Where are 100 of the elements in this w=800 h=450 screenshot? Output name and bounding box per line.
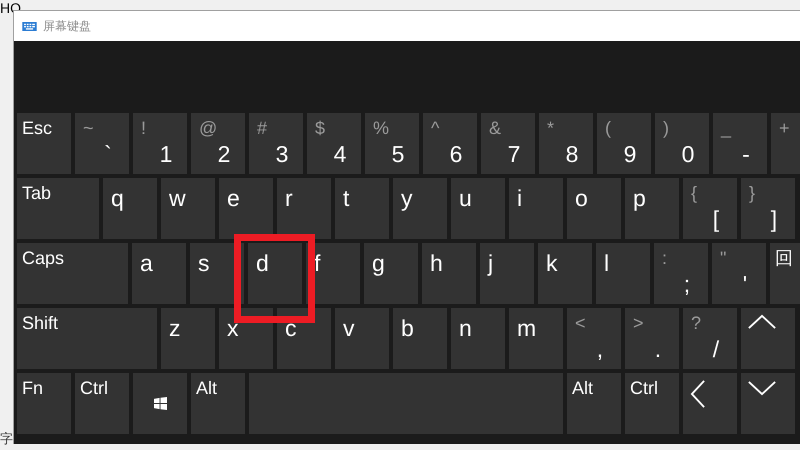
symbol-key[interactable]: ( 9 <box>597 113 651 174</box>
shift-character: } <box>749 184 756 202</box>
main-character: , <box>596 338 604 361</box>
modifier-key[interactable]: Ctrl <box>75 373 129 434</box>
windows-key[interactable] <box>133 373 187 434</box>
symbol-key[interactable]: < , <box>567 308 621 369</box>
letter-key[interactable]: p <box>625 178 679 239</box>
shift-character: ( <box>605 119 611 137</box>
main-character: ` <box>103 143 112 166</box>
letter-key[interactable]: x <box>219 308 273 369</box>
letter-key[interactable]: q <box>103 178 157 239</box>
letter-key[interactable]: r <box>277 178 331 239</box>
main-character: 6 <box>448 143 462 166</box>
letter-key[interactable]: v <box>335 308 389 369</box>
background-text: 字 <box>0 431 13 449</box>
shift-character: + <box>779 119 790 137</box>
symbol-key[interactable]: } ] <box>741 178 795 239</box>
main-character: 9 <box>622 143 636 166</box>
letter-key[interactable]: n <box>451 308 505 369</box>
symbol-key[interactable]: > . <box>625 308 679 369</box>
main-character: 5 <box>390 143 404 166</box>
letter-key[interactable]: c <box>277 308 331 369</box>
arrow-up-key[interactable] <box>741 308 795 369</box>
symbol-key[interactable]: % 5 <box>365 113 419 174</box>
letter-key[interactable]: o <box>567 178 621 239</box>
shift-character: " <box>720 249 726 267</box>
symbol-key[interactable]: { [ <box>683 178 737 239</box>
letter-key[interactable]: k <box>538 243 592 304</box>
letter-key[interactable]: l <box>596 243 650 304</box>
main-character: 3 <box>274 143 288 166</box>
chevron-down-icon <box>747 379 777 397</box>
shift-character: ~ <box>83 119 94 137</box>
chevron-left-icon <box>689 379 707 409</box>
caps-key[interactable]: Caps <box>17 243 128 304</box>
letter-key[interactable]: y <box>393 178 447 239</box>
window-title: 屏幕键盘 <box>43 18 91 35</box>
chevron-up-icon <box>747 313 777 331</box>
symbol-key[interactable]: + <box>771 113 800 174</box>
letter-key[interactable]: e <box>219 178 273 239</box>
shift-key[interactable]: Shift <box>17 308 157 369</box>
letter-key[interactable]: j <box>480 243 534 304</box>
shift-character: ! <box>141 119 146 137</box>
modifier-key[interactable]: Alt <box>567 373 621 434</box>
shift-character: _ <box>721 119 732 137</box>
tab-key[interactable]: Tab <box>17 178 99 239</box>
modifier-key[interactable]: Ctrl <box>625 373 679 434</box>
letter-key[interactable]: z <box>161 308 215 369</box>
letter-key[interactable]: i <box>509 178 563 239</box>
letter-key[interactable]: g <box>364 243 418 304</box>
arrow-down-key[interactable] <box>741 373 795 434</box>
shift-character: $ <box>315 119 326 137</box>
symbol-key[interactable]: ^ 6 <box>423 113 477 174</box>
main-character: 8 <box>564 143 578 166</box>
letter-key[interactable]: w <box>161 178 215 239</box>
main-character: [ <box>712 208 720 231</box>
modifier-key[interactable]: 回 <box>770 243 800 304</box>
symbol-key[interactable]: ? / <box>683 308 737 369</box>
shift-character: # <box>257 119 268 137</box>
shift-character: @ <box>199 119 218 137</box>
modifier-key[interactable]: Fn <box>17 373 71 434</box>
main-character: 1 <box>158 143 172 166</box>
letter-key[interactable]: h <box>422 243 476 304</box>
shift-character: > <box>633 314 644 332</box>
symbol-key[interactable]: : ; <box>654 243 708 304</box>
symbol-key[interactable]: ) 0 <box>655 113 709 174</box>
shift-character: < <box>575 314 586 332</box>
arrow-left-key[interactable] <box>683 373 737 434</box>
shift-character: & <box>489 119 502 137</box>
shift-character: % <box>373 119 390 137</box>
symbol-key[interactable]: @ 2 <box>191 113 245 174</box>
main-character: 0 <box>680 143 694 166</box>
modifier-key[interactable]: Esc <box>17 113 71 174</box>
shift-character: ? <box>691 314 702 332</box>
letter-key[interactable]: u <box>451 178 505 239</box>
keyboard-icon <box>22 22 37 30</box>
main-character: ; <box>682 273 690 296</box>
letter-key[interactable]: a <box>132 243 186 304</box>
symbol-key[interactable]: & 7 <box>481 113 535 174</box>
symbol-key[interactable]: ~ ` <box>75 113 129 174</box>
letter-key[interactable]: t <box>335 178 389 239</box>
symbol-key[interactable]: _ - <box>713 113 767 174</box>
letter-key[interactable]: d <box>248 243 302 304</box>
main-character: 2 <box>216 143 230 166</box>
symbol-key[interactable]: ! 1 <box>133 113 187 174</box>
shift-character: * <box>547 119 554 137</box>
shift-character: ^ <box>431 119 440 137</box>
shift-character: { <box>691 184 698 202</box>
modifier-key[interactable]: Alt <box>191 373 245 434</box>
main-character: 7 <box>506 143 520 166</box>
symbol-key[interactable]: # 3 <box>249 113 303 174</box>
main-character: ] <box>770 208 778 231</box>
main-character: . <box>654 338 662 361</box>
letter-key[interactable]: b <box>393 308 447 369</box>
symbol-key[interactable]: " ' <box>712 243 766 304</box>
main-character: / <box>712 338 720 361</box>
shift-character: ) <box>663 119 669 137</box>
symbol-key[interactable]: * 8 <box>539 113 593 174</box>
windows-logo-icon <box>154 397 166 410</box>
symbol-key[interactable]: $ 4 <box>307 113 361 174</box>
letter-key[interactable]: m <box>509 308 563 369</box>
